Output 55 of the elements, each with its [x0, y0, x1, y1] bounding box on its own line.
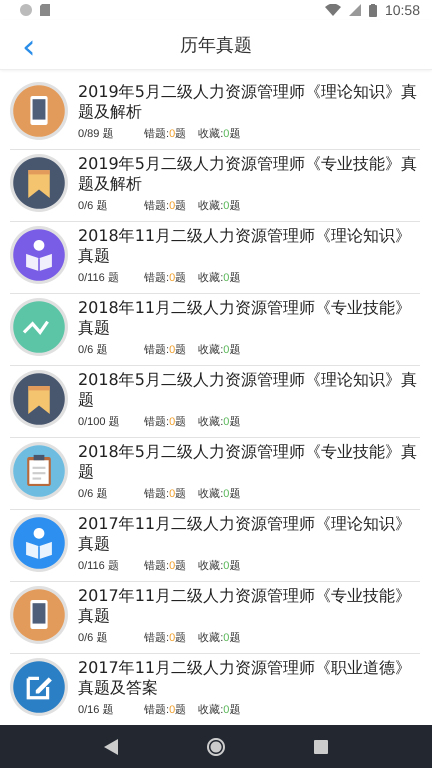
signal-icon	[348, 4, 361, 16]
phone-icon	[10, 586, 68, 644]
wrong-count-text: 错题:0题	[144, 487, 186, 502]
clipboard-icon	[10, 442, 68, 500]
paper-title[interactable]: 2017年11月二级人力资源管理师《专业技能》真题	[78, 586, 420, 626]
phone-icon	[10, 82, 68, 140]
wrong-count-text: 错题:0题	[144, 271, 186, 286]
wrong-count-text: 错题:0题	[144, 415, 186, 430]
back-nav-icon[interactable]	[104, 738, 118, 755]
progress-text: 0/6 题	[78, 487, 108, 502]
home-nav-icon[interactable]	[206, 736, 226, 757]
progress-text: 0/6 题	[78, 343, 108, 358]
paper-title[interactable]: 2019年5月二级人力资源管理师《理论知识》真题及解析	[78, 82, 420, 122]
favorite-count-text: 收藏:0题	[198, 126, 240, 142]
progress-text: 0/116 题	[78, 271, 120, 286]
notification-dot-icon	[20, 4, 32, 16]
favorite-count-text: 收藏:0题	[198, 414, 240, 430]
wrong-count-text: 错题:0题	[144, 703, 186, 718]
progress-text: 0/16 题	[78, 703, 114, 718]
page-title: 历年真题	[180, 34, 252, 57]
favorite-count-text: 收藏:0题	[198, 342, 240, 358]
wrong-count-text: 错题:0题	[144, 127, 186, 142]
favorite-count-text: 收藏:0题	[198, 558, 240, 574]
favorite-count-text: 收藏:0题	[198, 486, 240, 502]
favorite-count-text: 收藏:0题	[198, 702, 240, 718]
wrong-count-text: 错题:0题	[144, 631, 186, 646]
paper-title[interactable]: 2019年5月二级人力资源管理师《专业技能》真题及解析	[78, 154, 420, 194]
progress-text: 0/6 题	[78, 631, 108, 646]
progress-text: 0/116 题	[78, 559, 120, 574]
reader-icon	[10, 226, 68, 284]
battery-icon	[368, 4, 377, 17]
paper-title[interactable]: 2018年11月二级人力资源管理师《理论知识》真题	[78, 226, 420, 266]
favorite-count-text: 收藏:0题	[198, 198, 240, 214]
paper-title[interactable]: 2017年11月二级人力资源管理师《理论知识》真题	[78, 514, 420, 554]
reader-icon	[10, 514, 68, 572]
edit-icon	[10, 658, 68, 716]
favorite-count-text: 收藏:0题	[198, 270, 240, 286]
wrong-count-text: 错题:0题	[144, 559, 186, 574]
progress-text: 0/100 题	[78, 415, 121, 430]
wrong-count-text: 错题:0题	[144, 343, 186, 358]
recents-nav-icon[interactable]	[314, 740, 328, 754]
paper-title[interactable]: 2018年11月二级人力资源管理师《专业技能》真题	[78, 298, 420, 338]
progress-text: 0/6 题	[78, 199, 108, 214]
bookmark-icon	[10, 154, 68, 212]
status-time: 10:58	[384, 2, 420, 18]
wrong-count-text: 错题:0题	[144, 199, 186, 214]
paper-title[interactable]: 2018年5月二级人力资源管理师《专业技能》真题	[78, 442, 420, 482]
favorite-count-text: 收藏:0题	[198, 630, 240, 646]
line-chart-icon	[10, 298, 68, 356]
wifi-icon	[324, 4, 341, 16]
paper-title[interactable]: 2017年11月二级人力资源管理师《职业道德》真题及答案	[78, 658, 420, 698]
progress-text: 0/89 题	[78, 127, 114, 142]
sd-card-icon	[40, 4, 50, 16]
bookmark-icon	[10, 370, 68, 428]
paper-title[interactable]: 2018年5月二级人力资源管理师《理论知识》真题	[78, 370, 420, 410]
